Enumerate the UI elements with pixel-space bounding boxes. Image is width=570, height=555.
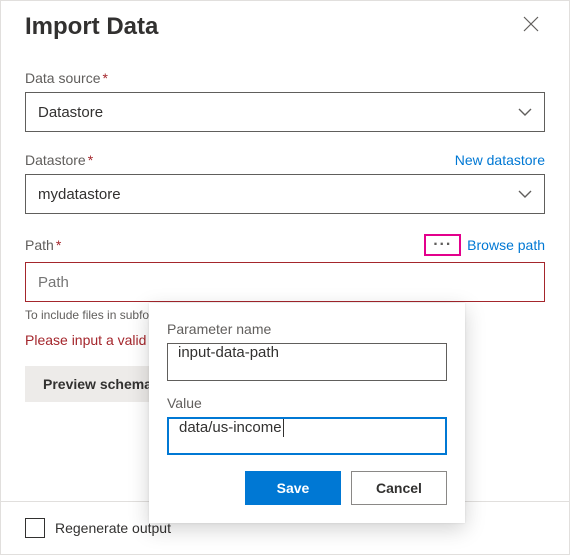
path-label: Path* xyxy=(25,237,61,253)
required-asterisk: * xyxy=(102,70,107,86)
parameter-popover: Parameter name input-data-path Value dat… xyxy=(149,303,465,523)
browse-path-link[interactable]: Browse path xyxy=(467,237,545,253)
path-options-button[interactable]: ··· xyxy=(424,234,461,256)
path-label-row: Path* ··· Browse path xyxy=(25,234,545,256)
datastore-label: Datastore* xyxy=(25,152,93,168)
value-input[interactable]: data/us-income xyxy=(167,417,447,455)
dialog-title: Import Data xyxy=(25,13,158,41)
datastore-label-row: Datastore* New datastore xyxy=(25,152,545,168)
dialog-header: Import Data xyxy=(1,1,569,50)
datastore-select[interactable]: mydatastore xyxy=(25,174,545,214)
parameter-name-label: Parameter name xyxy=(167,321,447,337)
path-label-text: Path xyxy=(25,237,54,253)
required-asterisk: * xyxy=(56,237,61,253)
cancel-button[interactable]: Cancel xyxy=(351,471,447,505)
close-icon xyxy=(523,16,539,32)
parameter-name-input[interactable]: input-data-path xyxy=(167,343,447,381)
datastore-value: mydatastore xyxy=(38,186,121,203)
data-source-value: Datastore xyxy=(38,104,103,121)
save-button[interactable]: Save xyxy=(245,471,341,505)
data-source-select[interactable]: Datastore xyxy=(25,92,545,132)
datastore-label-text: Datastore xyxy=(25,152,86,168)
value-input-text: data/us-income xyxy=(179,419,282,436)
chevron-down-icon xyxy=(518,107,532,117)
new-datastore-link[interactable]: New datastore xyxy=(455,152,545,168)
import-data-dialog: Import Data Data source* Datastore Datas… xyxy=(0,0,570,555)
data-source-label-text: Data source xyxy=(25,70,100,86)
text-caret xyxy=(283,419,284,437)
popover-actions: Save Cancel xyxy=(167,471,447,505)
path-input[interactable] xyxy=(25,262,545,302)
ellipsis-icon: ··· xyxy=(433,236,452,253)
value-label: Value xyxy=(167,395,447,411)
data-source-label: Data source* xyxy=(25,70,545,86)
required-asterisk: * xyxy=(88,152,93,168)
parameter-name-value: input-data-path xyxy=(178,344,279,361)
regenerate-checkbox[interactable] xyxy=(25,518,45,538)
close-button[interactable] xyxy=(517,11,545,42)
chevron-down-icon xyxy=(518,189,532,199)
